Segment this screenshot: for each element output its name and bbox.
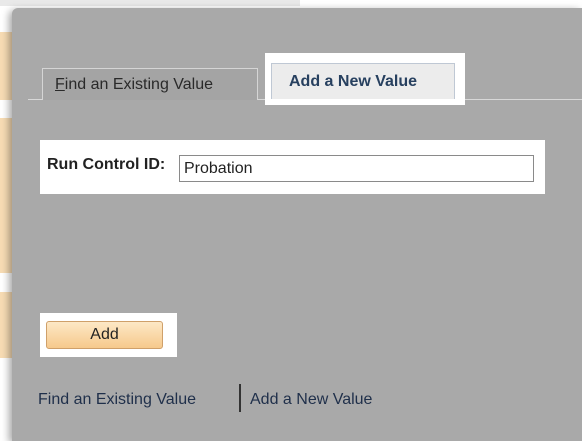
tab-add-new-value[interactable]: Add a New Value — [271, 63, 455, 99]
link-separator — [239, 384, 241, 412]
add-button[interactable]: Add — [46, 321, 163, 349]
run-control-id-input[interactable] — [179, 155, 534, 182]
tab-find-label: ind an Existing Value — [64, 76, 214, 93]
background-top-strip — [0, 0, 300, 6]
link-find-existing-value[interactable]: Find an Existing Value — [38, 391, 196, 409]
run-control-label: Run Control ID: — [47, 156, 166, 173]
modal-panel: Find an Existing Value Add a New Value R… — [12, 8, 582, 441]
tab-find-existing-value[interactable]: Find an Existing Value — [42, 68, 258, 100]
link-add-new-value[interactable]: Add a New Value — [250, 391, 372, 409]
tab-accesskey-letter: F — [55, 76, 65, 93]
